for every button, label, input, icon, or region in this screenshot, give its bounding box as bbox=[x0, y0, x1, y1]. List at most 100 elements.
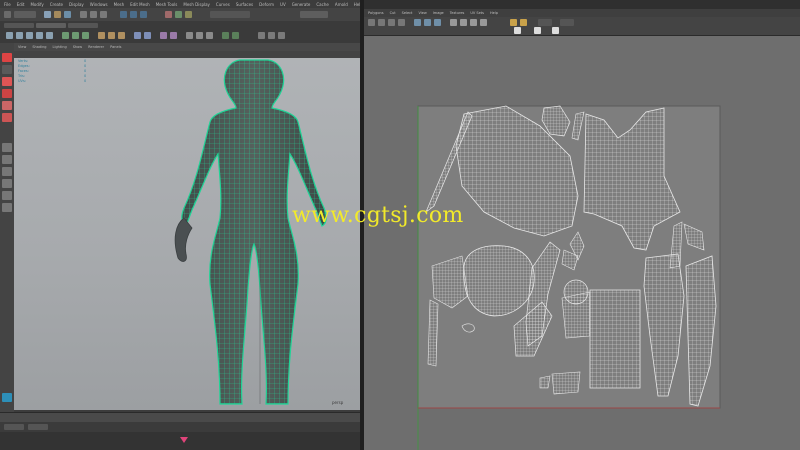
range-slider[interactable] bbox=[0, 422, 362, 432]
viewport-menu-panels[interactable]: Panels bbox=[110, 45, 121, 49]
uv-tool-icon[interactable] bbox=[520, 19, 527, 26]
menu-mesh-tools[interactable]: Mesh Tools bbox=[156, 2, 178, 7]
shelf-tab[interactable] bbox=[4, 23, 34, 28]
rotate-tool-icon[interactable] bbox=[2, 101, 12, 110]
uv-menu-image[interactable]: Image bbox=[433, 11, 444, 15]
uv-tool-icon[interactable] bbox=[480, 19, 487, 26]
uv-editor-icon[interactable] bbox=[160, 32, 167, 39]
bevel-icon[interactable] bbox=[118, 32, 125, 39]
move-tool-icon[interactable] bbox=[2, 89, 12, 98]
ipr-render-icon[interactable] bbox=[175, 11, 182, 18]
combine-icon[interactable] bbox=[62, 32, 69, 39]
menu-curves[interactable]: Curves bbox=[216, 2, 230, 7]
menu-mesh[interactable]: Mesh bbox=[114, 2, 125, 7]
uv-tool-icon[interactable] bbox=[398, 19, 405, 26]
uv-tool-icon[interactable] bbox=[470, 19, 477, 26]
menu-create[interactable]: Create bbox=[50, 2, 63, 7]
uv-tool-icon[interactable] bbox=[450, 19, 457, 26]
viewport-menu-show[interactable]: Show bbox=[73, 45, 82, 49]
menu-edit[interactable]: Edit bbox=[17, 2, 25, 7]
shelf-tab[interactable] bbox=[36, 23, 66, 28]
mode-dropdown[interactable] bbox=[4, 11, 11, 18]
menu-surfaces[interactable]: Surfaces bbox=[236, 2, 253, 7]
uv-tool-icon[interactable] bbox=[434, 19, 441, 26]
uv-tool-icon[interactable] bbox=[414, 19, 421, 26]
uv-menu-help[interactable]: Help bbox=[490, 11, 498, 15]
viewport-menu-lighting[interactable]: Lighting bbox=[53, 45, 67, 49]
live-surface-field[interactable] bbox=[210, 11, 250, 18]
shelf-tool-icon[interactable] bbox=[278, 32, 285, 39]
target-weld-icon[interactable] bbox=[144, 32, 151, 39]
uv-menu-cut[interactable]: Cut bbox=[390, 11, 396, 15]
uv-menu-uv-sets[interactable]: UV Sets bbox=[470, 11, 484, 15]
layout-custom-icon[interactable] bbox=[2, 393, 12, 402]
extrude-icon[interactable] bbox=[98, 32, 105, 39]
menu-generate[interactable]: Generate bbox=[292, 2, 311, 7]
layout-four-icon[interactable] bbox=[2, 155, 12, 164]
sphere-icon[interactable] bbox=[6, 32, 13, 39]
uv-tool-icon[interactable] bbox=[378, 19, 385, 26]
history-icon[interactable] bbox=[186, 32, 193, 39]
uv-display-icon[interactable] bbox=[534, 27, 541, 34]
uv-display-icon[interactable] bbox=[514, 27, 521, 34]
uv-tool-icon[interactable] bbox=[460, 19, 467, 26]
multi-cut-icon[interactable] bbox=[134, 32, 141, 39]
unfold-icon[interactable] bbox=[170, 32, 177, 39]
new-scene-icon[interactable] bbox=[44, 11, 51, 18]
layout-side-icon[interactable] bbox=[2, 167, 12, 176]
workspace-selector[interactable] bbox=[300, 11, 328, 18]
open-scene-icon[interactable] bbox=[54, 11, 61, 18]
layout-outliner-icon[interactable] bbox=[2, 179, 12, 188]
menu-arnold[interactable]: Arnold bbox=[335, 2, 348, 7]
bridge-icon[interactable] bbox=[108, 32, 115, 39]
uv-menu-polygons[interactable]: Polygons bbox=[368, 11, 384, 15]
current-time-marker[interactable] bbox=[180, 437, 188, 443]
uv-menu-textures[interactable]: Textures bbox=[450, 11, 465, 15]
select-by-hierarchy-icon[interactable] bbox=[80, 11, 87, 18]
uv-tool-icon[interactable] bbox=[510, 19, 517, 26]
cylinder-icon[interactable] bbox=[26, 32, 33, 39]
snap-curve-icon[interactable] bbox=[130, 11, 137, 18]
menu-edit-mesh[interactable]: Edit Mesh bbox=[130, 2, 150, 7]
select-tool-icon[interactable] bbox=[2, 53, 12, 62]
render-settings-icon[interactable] bbox=[185, 11, 192, 18]
scale-tool-icon[interactable] bbox=[2, 113, 12, 122]
range-start-field[interactable] bbox=[28, 424, 48, 430]
cube-icon[interactable] bbox=[16, 32, 23, 39]
menu-windows[interactable]: Windows bbox=[90, 2, 108, 7]
start-frame-field[interactable] bbox=[4, 424, 24, 430]
3d-viewport[interactable]: persp bbox=[14, 58, 360, 410]
select-by-object-icon[interactable] bbox=[90, 11, 97, 18]
menu-file[interactable]: File bbox=[4, 2, 11, 7]
snap-grid-icon[interactable] bbox=[120, 11, 127, 18]
freeze-icon[interactable] bbox=[196, 32, 203, 39]
uv-field[interactable] bbox=[560, 19, 574, 26]
paint-select-icon[interactable] bbox=[2, 77, 12, 86]
uv-tool-icon[interactable] bbox=[424, 19, 431, 26]
menu-mesh-display[interactable]: Mesh Display bbox=[183, 2, 210, 7]
snap-point-icon[interactable] bbox=[140, 11, 147, 18]
shelf-tab[interactable] bbox=[68, 23, 98, 28]
center-pivot-icon[interactable] bbox=[206, 32, 213, 39]
layout-node-icon[interactable] bbox=[2, 203, 12, 212]
sculpt-icon[interactable] bbox=[232, 32, 239, 39]
shelf-tool-icon[interactable] bbox=[258, 32, 265, 39]
viewport-menu-renderer[interactable]: Renderer bbox=[88, 45, 104, 49]
uv-menu-select[interactable]: Select bbox=[402, 11, 413, 15]
plane-icon[interactable] bbox=[46, 32, 53, 39]
uv-tool-icon[interactable] bbox=[388, 19, 395, 26]
uv-field[interactable] bbox=[538, 19, 552, 26]
menu-display[interactable]: Display bbox=[69, 2, 84, 7]
layout-graph-icon[interactable] bbox=[2, 191, 12, 200]
uv-display-icon[interactable] bbox=[552, 27, 559, 34]
viewport-menu-shading[interactable]: Shading bbox=[32, 45, 46, 49]
uv-tool-icon[interactable] bbox=[368, 19, 375, 26]
save-scene-icon[interactable] bbox=[64, 11, 71, 18]
menu-cache[interactable]: Cache bbox=[316, 2, 328, 7]
cone-icon[interactable] bbox=[36, 32, 43, 39]
separate-icon[interactable] bbox=[72, 32, 79, 39]
shelf-tool-icon[interactable] bbox=[268, 32, 275, 39]
lasso-tool-icon[interactable] bbox=[2, 65, 12, 74]
quad-draw-icon[interactable] bbox=[222, 32, 229, 39]
menu-set-selector[interactable] bbox=[14, 11, 36, 18]
